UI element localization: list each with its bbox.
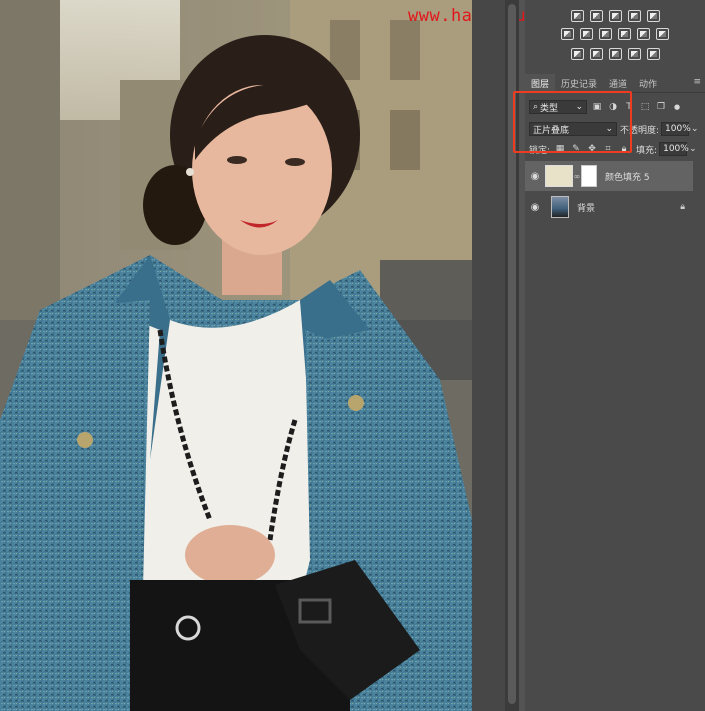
tab-history[interactable]: 历史记录 [555,74,603,92]
color-lookup-icon[interactable] [656,28,669,40]
curves-icon[interactable] [608,10,622,22]
photo-filter-icon[interactable] [618,28,631,40]
menu-icon[interactable]: ≡ [693,77,701,87]
fill-dropdown-icon[interactable]: ⌄ [689,144,697,154]
portrait-photo [0,0,472,711]
adjustments-row-2 [525,28,705,46]
selective-color-icon[interactable] [627,48,641,60]
smart-object-filter-icon[interactable]: ❐ [655,101,667,113]
tab-actions[interactable]: 动作 [633,74,663,92]
eye-icon[interactable]: ◉ [525,171,545,182]
brightness-icon[interactable] [570,10,584,22]
hue-saturation-icon[interactable] [561,28,574,40]
filter-toggle-icon[interactable]: ● [671,101,683,113]
invert-icon[interactable] [570,48,584,60]
opacity-dropdown-icon[interactable]: ⌄ [691,124,699,134]
tab-layers[interactable]: 图层 [525,74,556,92]
exposure-icon[interactable] [627,10,641,22]
vibrance-icon[interactable] [646,10,660,22]
color-balance-icon[interactable] [580,28,593,40]
adjustments-row-3 [525,48,705,66]
photo-canvas[interactable] [0,0,472,711]
gradient-map-icon[interactable] [646,48,660,60]
channel-mixer-icon[interactable] [637,28,650,40]
annotation-highlight-box [513,91,632,153]
link-icon[interactable]: ∞ [573,172,581,181]
lock-icon: 🔒︎ [680,202,685,212]
layer-name[interactable]: 背景 [577,201,595,214]
canvas-gutter [472,0,505,711]
shape-filter-icon[interactable]: ⬚ [639,101,651,113]
layer-row-color-fill[interactable]: ◉ ∞ 颜色填充 5 [525,161,693,191]
levels-icon[interactable] [589,10,603,22]
fill-input[interactable]: 100% [659,142,689,156]
eye-icon[interactable]: ◉ [525,202,545,213]
posterize-icon[interactable] [589,48,603,60]
adjustments-row-1 [525,10,705,28]
tab-channels[interactable]: 通道 [603,74,633,92]
layer-row-background[interactable]: ◉ 背景 🔒︎ [525,194,693,220]
threshold-icon[interactable] [608,48,622,60]
black-white-icon[interactable] [599,28,612,40]
fill-thumbnail[interactable] [545,165,573,187]
fill-label: 填充: [636,145,658,156]
mask-thumbnail[interactable] [581,165,597,187]
opacity-input[interactable]: 100% [661,122,691,136]
layer-name[interactable]: 颜色填充 5 [605,170,650,183]
photo-thumbnail[interactable] [551,196,569,218]
